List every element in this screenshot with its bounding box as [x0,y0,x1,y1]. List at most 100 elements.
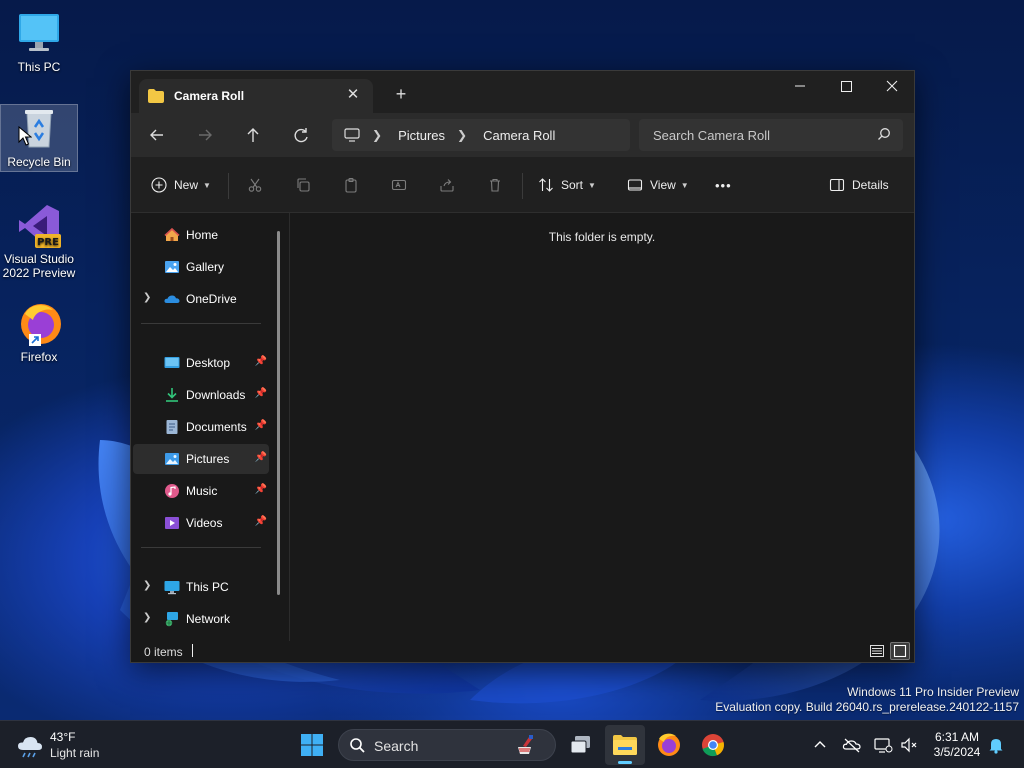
mouse-pointer-icon [18,126,32,146]
volume-muted-icon[interactable] [899,735,919,755]
chrome-taskbar-button[interactable] [693,725,733,765]
folder-icon [148,89,164,103]
taskbar-search-box[interactable]: Search [338,729,556,761]
sort-button[interactable]: Sort ▼ [538,171,596,199]
sidebar-item-desktop[interactable]: Desktop 📌 [133,348,269,378]
sidebar-item-label: Home [186,228,219,242]
sidebar-item-this-pc[interactable]: ❯ This PC [133,572,269,602]
monitor-icon [15,10,63,58]
desktop-icon-firefox[interactable]: Firefox [0,300,78,364]
sidebar-item-onedrive[interactable]: ❯ OneDrive [133,284,269,314]
forward-button[interactable] [193,124,217,146]
pictures-icon [164,451,180,467]
new-tab-button[interactable]: + [391,84,411,104]
weather-condition: Light rain [50,746,100,760]
pin-icon[interactable]: 📌 [255,388,267,399]
start-button[interactable] [292,725,332,765]
sidebar-item-network[interactable]: ❯ Network [133,604,269,634]
rename-button[interactable] [391,171,407,199]
search-box[interactable] [639,119,903,151]
breadcrumb-pictures[interactable]: Pictures [398,128,445,143]
more-options-button[interactable]: ••• [715,171,732,199]
search-input[interactable] [653,126,868,144]
active-indicator [618,761,632,764]
large-icons-view-toggle[interactable] [890,642,910,660]
show-hidden-icons-button[interactable] [810,735,830,755]
close-tab-button[interactable]: ✕ [345,87,361,103]
sidebar-item-label: Network [186,612,231,626]
desktop-icon-visual-studio[interactable]: PRE Visual Studio 2022 Preview [0,202,78,280]
separator [228,173,229,199]
videos-icon [164,515,180,531]
sidebar-item-downloads[interactable]: Downloads 📌 [133,380,269,410]
onedrive-offline-icon[interactable] [842,735,862,755]
network-icon [164,611,180,627]
system-clock[interactable]: 6:31 AM 3/5/2024 [922,730,992,760]
file-list-area[interactable]: This folder is empty. [290,213,914,641]
pin-icon[interactable]: 📌 [255,452,267,463]
chevron-right-icon[interactable]: ❯ [143,580,151,591]
desktop-icon-label: Firefox [20,350,58,364]
desktop-icon-this-pc[interactable]: This PC [0,10,78,74]
details-label: Details [852,178,889,192]
network-status-icon[interactable] [873,735,893,755]
share-button[interactable] [439,171,455,199]
copy-button[interactable] [295,171,311,199]
close-window-button[interactable] [869,71,915,101]
breadcrumb-camera-roll[interactable]: Camera Roll [483,128,555,143]
desktop-icon-label: Visual Studio 2022 Preview [2,252,76,280]
sidebar-item-home[interactable]: Home [133,220,269,250]
svg-text:PRE: PRE [37,237,59,248]
tab-label: Camera Roll [174,89,245,103]
sidebar-item-gallery[interactable]: Gallery [133,252,269,282]
sidebar-item-pictures[interactable]: Pictures 📌 [133,444,269,474]
minimize-button[interactable] [777,71,823,101]
view-icon [627,177,643,193]
watermark-line-1: Windows 11 Pro Insider Preview [847,685,1019,699]
delete-button[interactable] [487,171,503,199]
sidebar-item-label: Videos [186,516,223,530]
refresh-button[interactable] [289,124,313,146]
separator [522,173,523,199]
sidebar-item-label: Documents [186,420,247,434]
details-view-toggle[interactable] [867,642,887,660]
back-button[interactable] [145,124,169,146]
pin-icon[interactable]: 📌 [255,484,267,495]
view-button[interactable]: View ▼ [627,171,689,199]
cut-button[interactable] [247,171,263,199]
pin-icon[interactable]: 📌 [255,516,267,527]
desktop-icon-recycle-bin[interactable]: Recycle Bin [0,104,78,172]
sidebar-item-label: Music [186,484,218,498]
up-button[interactable] [241,124,265,146]
chevron-right-icon[interactable]: ❯ [143,292,151,303]
share-icon [439,177,455,193]
clock-date: 3/5/2024 [933,745,981,759]
pc-monitor-icon [344,128,360,142]
address-bar[interactable]: ❯ Pictures ❯ Camera Roll [332,119,630,151]
notification-bell-icon[interactable] [986,735,1006,755]
sidebar-item-videos[interactable]: Videos 📌 [133,508,269,538]
new-button[interactable]: New ▼ [151,171,211,199]
chevron-right-icon[interactable]: ❯ [143,612,151,623]
sidebar-item-music[interactable]: Music 📌 [133,476,269,506]
paste-button[interactable] [343,171,359,199]
pin-icon[interactable]: 📌 [255,420,267,431]
music-icon [164,483,180,499]
command-bar: New ▼ Sort ▼ View ▼ ••• Details [131,157,914,213]
details-pane-button[interactable]: Details [829,171,889,199]
trash-icon [487,177,503,193]
taskbar-search-label: Search [374,738,419,754]
task-view-button[interactable] [561,725,601,765]
pin-icon[interactable]: 📌 [255,356,267,367]
file-explorer-taskbar-button[interactable] [605,725,645,765]
chevron-down-icon: ▼ [203,180,211,190]
sidebar-scrollbar[interactable] [277,231,280,595]
weather-widget[interactable]: 43°F Light rain [16,729,126,763]
gallery-icon [164,259,180,275]
clipboard-icon [343,177,359,193]
sidebar-item-documents[interactable]: Documents 📌 [133,412,269,442]
home-icon [164,227,180,243]
firefox-taskbar-button[interactable] [649,725,689,765]
tab-camera-roll[interactable]: Camera Roll ✕ [139,79,373,113]
maximize-button[interactable] [823,71,869,101]
